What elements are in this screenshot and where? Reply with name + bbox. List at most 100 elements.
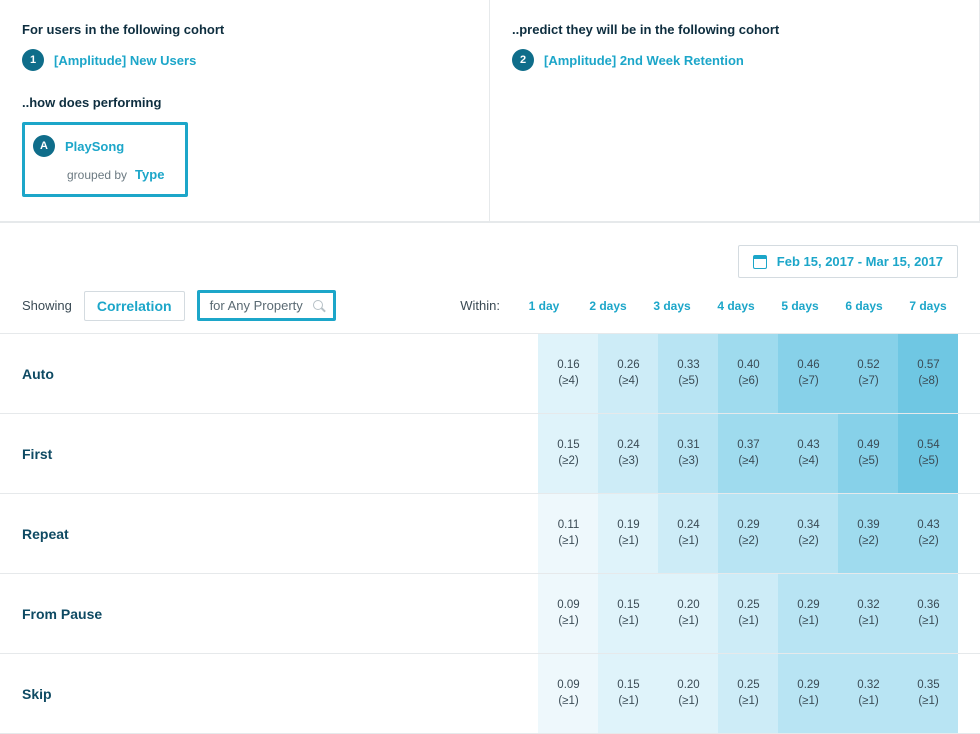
cell-threshold: (≥7) (798, 374, 818, 390)
column-header-day-7[interactable]: 7 days (898, 299, 958, 313)
cell-value: 0.29 (737, 518, 759, 534)
heatmap-cell[interactable]: 0.16(≥4) (538, 334, 598, 413)
column-header-day-1[interactable]: 1 day (514, 299, 574, 313)
cell-threshold: (≥4) (558, 374, 578, 390)
heatmap-cell[interactable]: 0.29(≥1) (778, 574, 838, 653)
date-range-text: Feb 15, 2017 - Mar 15, 2017 (777, 254, 943, 269)
heatmap-cell[interactable]: 0.19(≥1) (598, 494, 658, 573)
cell-value: 0.36 (917, 598, 939, 614)
group-prop-link[interactable]: Type (135, 167, 164, 182)
within-label: Within: (460, 298, 500, 313)
heatmap-cell[interactable]: 0.09(≥1) (538, 654, 598, 733)
heatmap-cell[interactable]: 0.15(≥2) (538, 414, 598, 493)
heatmap-cell[interactable]: 0.36(≥1) (898, 574, 958, 653)
heatmap-cell[interactable]: 0.20(≥1) (658, 654, 718, 733)
heatmap-cell[interactable]: 0.31(≥3) (658, 414, 718, 493)
heatmap-cell[interactable]: 0.32(≥1) (838, 654, 898, 733)
cell-value: 0.32 (857, 678, 879, 694)
heatmap-cell[interactable]: 0.29(≥1) (778, 654, 838, 733)
cell-threshold: (≥1) (558, 614, 578, 630)
showing-label: Showing (22, 298, 72, 313)
cell-threshold: (≥1) (678, 614, 698, 630)
cell-value: 0.32 (857, 598, 879, 614)
heatmap-cell[interactable]: 0.15(≥1) (598, 574, 658, 653)
cell-threshold: (≥7) (858, 374, 878, 390)
heatmap-cell[interactable]: 0.39(≥2) (838, 494, 898, 573)
heatmap-cell[interactable]: 0.25(≥1) (718, 654, 778, 733)
heatmap-cell[interactable]: 0.54(≥5) (898, 414, 958, 493)
heatmap-cell[interactable]: 0.35(≥1) (898, 654, 958, 733)
property-scope-selector[interactable]: for Any Property (197, 290, 336, 321)
cell-threshold: (≥6) (738, 374, 758, 390)
heatmap-cell[interactable]: 0.34(≥2) (778, 494, 838, 573)
cell-value: 0.31 (677, 438, 699, 454)
cell-value: 0.40 (737, 358, 759, 374)
row-label[interactable]: Skip (0, 654, 538, 733)
cell-value: 0.24 (617, 438, 639, 454)
property-scope-text: for Any Property (210, 298, 303, 313)
controls-row: Showing Correlation for Any Property Wit… (0, 284, 980, 333)
cell-value: 0.46 (797, 358, 819, 374)
column-header-day-5[interactable]: 5 days (770, 299, 830, 313)
cell-value: 0.20 (677, 598, 699, 614)
heatmap-cell[interactable]: 0.40(≥6) (718, 334, 778, 413)
cell-threshold: (≥2) (858, 534, 878, 550)
cell-value: 0.09 (557, 598, 579, 614)
column-header-day-4[interactable]: 4 days (706, 299, 766, 313)
badge-2: 2 (512, 49, 534, 71)
cohort-2-row: 2 [Amplitude] 2nd Week Retention (512, 49, 957, 71)
cell-value: 0.34 (797, 518, 819, 534)
config-panels: For users in the following cohort 1 [Amp… (0, 0, 980, 222)
row-label[interactable]: From Pause (0, 574, 538, 653)
cell-value: 0.49 (857, 438, 879, 454)
date-range-button[interactable]: Feb 15, 2017 - Mar 15, 2017 (738, 245, 958, 278)
heatmap-cell[interactable]: 0.29(≥2) (718, 494, 778, 573)
event-link[interactable]: PlaySong (65, 139, 124, 154)
cell-value: 0.24 (677, 518, 699, 534)
heatmap-cell[interactable]: 0.24(≥3) (598, 414, 658, 493)
cell-threshold: (≥1) (678, 534, 698, 550)
heatmap-cell[interactable]: 0.46(≥7) (778, 334, 838, 413)
badge-1: 1 (22, 49, 44, 71)
row-label[interactable]: First (0, 414, 538, 493)
heatmap-cell[interactable]: 0.52(≥7) (838, 334, 898, 413)
heatmap-cell[interactable]: 0.43(≥2) (898, 494, 958, 573)
grouped-by-label: grouped by (67, 168, 127, 182)
cell-threshold: (≥4) (798, 454, 818, 470)
row-label[interactable]: Auto (0, 334, 538, 413)
heatmap-cell[interactable]: 0.11(≥1) (538, 494, 598, 573)
cohort-1-link[interactable]: [Amplitude] New Users (54, 53, 196, 68)
cell-value: 0.33 (677, 358, 699, 374)
heatmap-cell[interactable]: 0.15(≥1) (598, 654, 658, 733)
metric-selector[interactable]: Correlation (84, 291, 185, 321)
table-row: First0.15(≥2)0.24(≥3)0.31(≥3)0.37(≥4)0.4… (0, 414, 980, 494)
cell-threshold: (≥2) (738, 534, 758, 550)
event-block: A PlaySong grouped by Type (22, 122, 188, 197)
cohort-2-link[interactable]: [Amplitude] 2nd Week Retention (544, 53, 744, 68)
column-header-day-6[interactable]: 6 days (834, 299, 894, 313)
heatmap-cell[interactable]: 0.57(≥8) (898, 334, 958, 413)
heatmap-cell[interactable]: 0.20(≥1) (658, 574, 718, 653)
heatmap-cell[interactable]: 0.37(≥4) (718, 414, 778, 493)
cell-threshold: (≥5) (918, 454, 938, 470)
cell-value: 0.37 (737, 438, 759, 454)
cell-threshold: (≥1) (738, 614, 758, 630)
heatmap-cell[interactable]: 0.26(≥4) (598, 334, 658, 413)
heatmap-cell[interactable]: 0.24(≥1) (658, 494, 718, 573)
column-header-day-3[interactable]: 3 days (642, 299, 702, 313)
cell-value: 0.29 (797, 598, 819, 614)
heatmap-cell[interactable]: 0.33(≥5) (658, 334, 718, 413)
heatmap-cell[interactable]: 0.32(≥1) (838, 574, 898, 653)
cell-value: 0.52 (857, 358, 879, 374)
column-header-day-2[interactable]: 2 days (578, 299, 638, 313)
heatmap-cell[interactable]: 0.09(≥1) (538, 574, 598, 653)
row-label[interactable]: Repeat (0, 494, 538, 573)
cell-value: 0.15 (617, 598, 639, 614)
cell-value: 0.54 (917, 438, 939, 454)
heatmap-cell[interactable]: 0.43(≥4) (778, 414, 838, 493)
heatmap-cell[interactable]: 0.25(≥1) (718, 574, 778, 653)
cell-threshold: (≥3) (678, 454, 698, 470)
cell-value: 0.29 (797, 678, 819, 694)
cell-threshold: (≥2) (558, 454, 578, 470)
heatmap-cell[interactable]: 0.49(≥5) (838, 414, 898, 493)
